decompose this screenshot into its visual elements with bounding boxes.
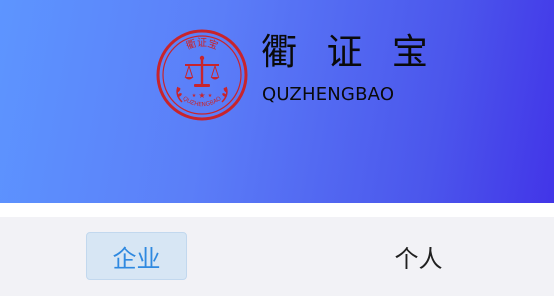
svg-text:★: ★ — [208, 93, 213, 99]
tab-enterprise[interactable]: 企业 — [86, 232, 187, 280]
brand-name-english: QUZHENGBAO — [262, 84, 395, 105]
svg-text:★: ★ — [198, 91, 205, 100]
svg-text:★: ★ — [192, 93, 197, 99]
brand-name-chinese: 衢 证 宝 — [261, 32, 437, 73]
login-page: 衢证宝 QUZHENGBAO ★ ★ ★ 衢 证 宝 QUZHENGBAO 企业… — [0, 0, 554, 296]
brand-logo: 衢证宝 QUZHENGBAO ★ ★ ★ 衢 证 宝 QUZHENGBAO — [156, 27, 428, 121]
tab-personal[interactable]: 个人 — [368, 232, 469, 280]
svg-text:衢证宝: 衢证宝 — [184, 37, 219, 53]
section-divider — [0, 203, 554, 217]
seal-top-text: 衢证宝 — [184, 37, 219, 53]
account-type-tabs: 企业 个人 — [0, 217, 554, 296]
scales-of-justice-seal-icon: 衢证宝 QUZHENGBAO ★ ★ ★ — [156, 29, 248, 121]
brand-header: 衢证宝 QUZHENGBAO ★ ★ ★ 衢 证 宝 QUZHENGBAO — [0, 0, 554, 203]
